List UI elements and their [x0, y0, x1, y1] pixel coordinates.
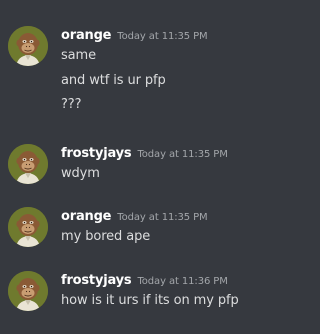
username[interactable]: frostyjays [61, 146, 132, 161]
message-text: how is it urs if its on my pfp [61, 293, 239, 308]
message-timestamp: Today at 11:35 PM [137, 149, 228, 160]
message-text: wdym [61, 166, 100, 181]
message-text: same [61, 48, 97, 63]
message-timestamp: Today at 11:35 PM [117, 31, 208, 42]
bored-ape-avatar-icon[interactable] [8, 26, 48, 66]
message-timestamp: Today at 11:35 PM [117, 212, 208, 223]
bored-ape-avatar-icon[interactable] [8, 207, 48, 247]
message-text: and wtf is ur pfp [61, 73, 166, 88]
message-timestamp: Today at 11:36 PM [137, 276, 228, 287]
username[interactable]: frostyjays [61, 273, 132, 288]
message-text: ??? [61, 97, 82, 112]
bored-ape-avatar-icon[interactable] [8, 144, 48, 184]
bored-ape-avatar-icon[interactable] [8, 271, 48, 311]
username[interactable]: orange [61, 209, 111, 224]
username[interactable]: orange [61, 28, 111, 43]
message-text: my bored ape [61, 229, 151, 244]
